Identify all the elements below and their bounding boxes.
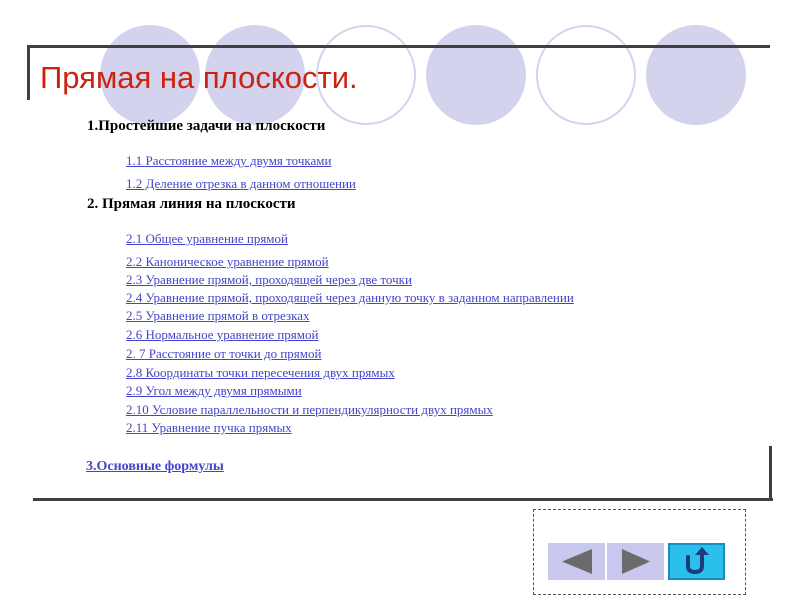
topic-link-2-9[interactable]: 2.9 Угол между двумя прямыми [126,383,302,399]
topic-link-2-10[interactable]: 2.10 Условие параллельности и перпендику… [126,402,493,418]
topic-link-2-5[interactable]: 2.5 Уравнение прямой в отрезках [126,308,310,324]
decor-circle [536,25,636,125]
topic-link-2-8[interactable]: 2.8 Координаты точки пересечения двух пр… [126,365,395,381]
return-arrow-icon [686,547,709,575]
topic-link-2-2[interactable]: 2.2 Каноническое уравнение прямой [126,254,329,270]
page-title: Прямая на плоскости. [40,60,358,95]
bottom-divider [33,498,773,501]
decor-circle [646,25,746,125]
topic-link-2-6[interactable]: 2.6 Нормальное уравнение прямой [126,327,318,343]
previous-button[interactable] [548,543,605,580]
topic-link-2-11[interactable]: 2.11 Уравнение пучка прямых [126,420,292,436]
section-heading-1: 1.Простейшие задачи на плоскости [87,118,326,134]
arrow-right-icon [622,549,650,574]
right-divider [769,446,772,501]
top-divider [28,45,770,48]
left-divider [27,45,30,100]
topic-link-2-1[interactable]: 2.1 Общее уравнение прямой [126,231,288,247]
topic-link-1-1[interactable]: 1.1 Расстояние между двумя точками [126,153,331,169]
topic-link-1-2[interactable]: 1.2 Деление отрезка в данном отношении [126,176,356,192]
topic-link-2-4[interactable]: 2.4 Уравнение прямой, проходящей через д… [126,290,574,306]
next-button[interactable] [607,543,664,580]
return-button[interactable] [668,543,725,580]
decor-circle [426,25,526,125]
topic-link-2-3[interactable]: 2.3 Уравнение прямой, проходящей через д… [126,272,412,288]
formulas-link[interactable]: 3.Основные формулы [86,459,224,475]
topic-link-2-7[interactable]: 2. 7 Расстояние от точки до прямой [126,346,321,362]
section-heading-2: 2. Прямая линия на плоскости [87,196,296,212]
arrow-left-icon [562,549,592,574]
